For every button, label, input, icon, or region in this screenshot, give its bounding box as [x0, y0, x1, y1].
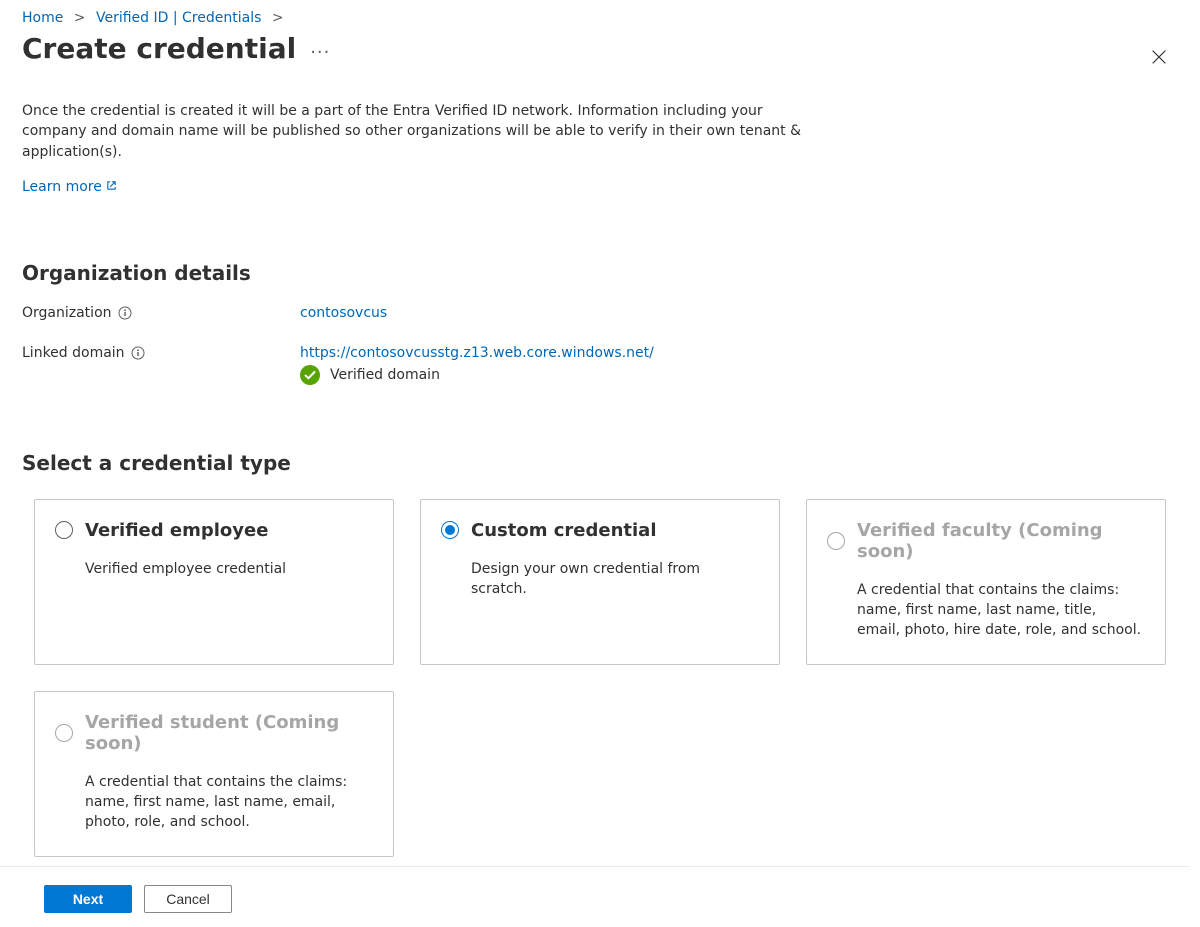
card-desc: A credential that contains the claims: n…	[827, 580, 1143, 641]
org-label: Organization	[22, 305, 112, 321]
card-title: Verified student (Coming soon)	[85, 712, 371, 754]
more-actions-button[interactable]: ···	[310, 34, 330, 62]
learn-more-link[interactable]: Learn more	[22, 179, 117, 195]
main-scroll-region[interactable]: Home > Verified ID | Credentials > Creat…	[0, 0, 1200, 927]
close-button[interactable]	[1152, 48, 1166, 69]
credential-type-cards: Verified employee Verified employee cred…	[22, 499, 1178, 857]
radio-verified-employee[interactable]	[55, 521, 73, 539]
cancel-button[interactable]: Cancel	[144, 885, 232, 913]
info-icon[interactable]	[118, 306, 132, 320]
radio-verified-student	[55, 724, 73, 742]
next-button[interactable]: Next	[44, 885, 132, 913]
breadcrumb-verified-id-credentials[interactable]: Verified ID | Credentials	[96, 10, 261, 26]
breadcrumb-separator: >	[68, 10, 92, 26]
verified-domain-text: Verified domain	[330, 367, 440, 383]
learn-more-label: Learn more	[22, 179, 102, 195]
org-row-domain: Linked domain https://contosovcusstg.z13…	[22, 345, 1178, 385]
breadcrumb-separator: >	[266, 10, 290, 26]
page-title: Create credential	[22, 32, 296, 65]
close-icon	[1152, 50, 1166, 64]
radio-custom-credential[interactable]	[441, 521, 459, 539]
card-title: Custom credential	[471, 520, 656, 541]
card-verified-faculty: Verified faculty (Coming soon) A credent…	[806, 499, 1166, 665]
info-icon[interactable]	[131, 346, 145, 360]
card-title: Verified employee	[85, 520, 268, 541]
org-value-link[interactable]: contosovcus	[300, 305, 387, 321]
intro-text: Once the credential is created it will b…	[22, 101, 802, 162]
card-verified-student: Verified student (Coming soon) A credent…	[34, 691, 394, 857]
card-verified-employee[interactable]: Verified employee Verified employee cred…	[34, 499, 394, 665]
card-desc: Verified employee credential	[55, 559, 371, 579]
card-desc: A credential that contains the claims: n…	[55, 772, 371, 833]
breadcrumb-home[interactable]: Home	[22, 10, 63, 26]
card-title: Verified faculty (Coming soon)	[857, 520, 1143, 562]
card-desc: Design your own credential from scratch.	[441, 559, 757, 600]
verified-check-icon	[300, 365, 320, 385]
domain-label: Linked domain	[22, 345, 125, 361]
credential-type-heading: Select a credential type	[22, 451, 1178, 475]
org-details-heading: Organization details	[22, 261, 1178, 285]
org-row-organization: Organization contosovcus	[22, 305, 1178, 321]
domain-value-link[interactable]: https://contosovcusstg.z13.web.core.wind…	[300, 345, 654, 361]
breadcrumb: Home > Verified ID | Credentials >	[22, 10, 1178, 26]
radio-verified-faculty	[827, 532, 845, 550]
card-custom-credential[interactable]: Custom credential Design your own creden…	[420, 499, 780, 665]
footer-actions: Next Cancel	[0, 866, 1190, 927]
external-link-icon	[106, 179, 117, 195]
